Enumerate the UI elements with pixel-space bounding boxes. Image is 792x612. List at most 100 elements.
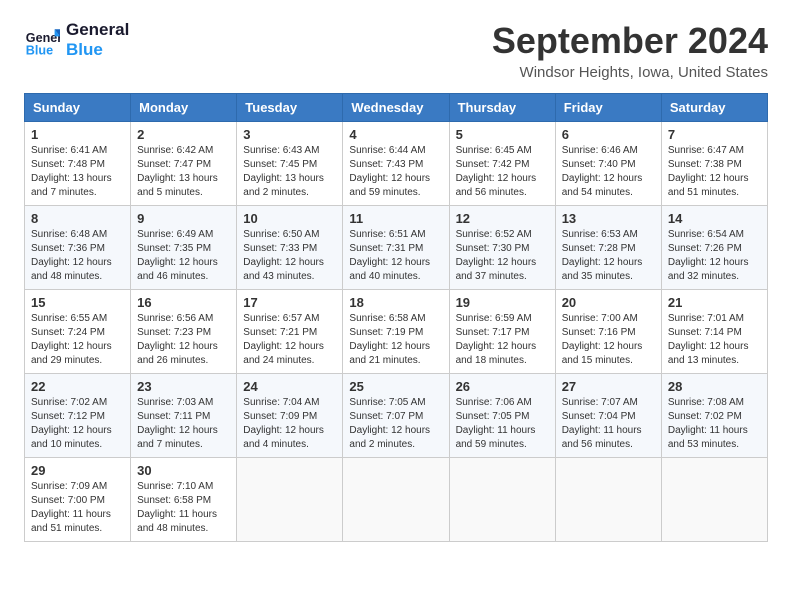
day-number: 28 <box>668 379 761 394</box>
day-number: 2 <box>137 127 230 142</box>
cell-info: Sunrise: 7:02 AMSunset: 7:12 PMDaylight:… <box>31 396 124 452</box>
cell-info: Sunrise: 6:52 AMSunset: 7:30 PMDaylight:… <box>456 228 549 284</box>
calendar-cell: 29 Sunrise: 7:09 AMSunset: 7:00 PMDayligh… <box>25 458 131 542</box>
cell-info: Sunrise: 6:49 AMSunset: 7:35 PMDaylight:… <box>137 228 230 284</box>
day-number: 7 <box>668 127 761 142</box>
calendar-cell: 21 Sunrise: 7:01 AMSunset: 7:14 PMDayligh… <box>661 290 767 374</box>
day-number: 21 <box>668 295 761 310</box>
day-header-tuesday: Tuesday <box>237 94 343 122</box>
calendar-cell: 14 Sunrise: 6:54 AMSunset: 7:26 PMDayligh… <box>661 206 767 290</box>
day-number: 8 <box>31 211 124 226</box>
cell-info: Sunrise: 6:45 AMSunset: 7:42 PMDaylight:… <box>456 144 549 200</box>
day-number: 14 <box>668 211 761 226</box>
cell-info: Sunrise: 7:07 AMSunset: 7:04 PMDaylight:… <box>562 396 655 452</box>
calendar-week-3: 15 Sunrise: 6:55 AMSunset: 7:24 PMDayligh… <box>25 290 768 374</box>
day-number: 27 <box>562 379 655 394</box>
cell-info: Sunrise: 6:59 AMSunset: 7:17 PMDaylight:… <box>456 312 549 368</box>
calendar-cell: 27 Sunrise: 7:07 AMSunset: 7:04 PMDayligh… <box>555 374 661 458</box>
day-number: 19 <box>456 295 549 310</box>
calendar-cell: 23 Sunrise: 7:03 AMSunset: 7:11 PMDayligh… <box>131 374 237 458</box>
calendar-cell: 6 Sunrise: 6:46 AMSunset: 7:40 PMDaylight… <box>555 122 661 206</box>
calendar-cell <box>661 458 767 542</box>
day-number: 1 <box>31 127 124 142</box>
calendar-body: 1 Sunrise: 6:41 AMSunset: 7:48 PMDaylight… <box>25 122 768 542</box>
month-title: September 2024 <box>492 20 768 62</box>
day-number: 11 <box>349 211 442 226</box>
calendar-cell: 10 Sunrise: 6:50 AMSunset: 7:33 PMDayligh… <box>237 206 343 290</box>
cell-info: Sunrise: 7:01 AMSunset: 7:14 PMDaylight:… <box>668 312 761 368</box>
day-number: 17 <box>243 295 336 310</box>
calendar-week-4: 22 Sunrise: 7:02 AMSunset: 7:12 PMDayligh… <box>25 374 768 458</box>
logo-icon: General Blue <box>24 22 60 58</box>
day-number: 15 <box>31 295 124 310</box>
cell-info: Sunrise: 7:08 AMSunset: 7:02 PMDaylight:… <box>668 396 761 452</box>
day-number: 13 <box>562 211 655 226</box>
cell-info: Sunrise: 7:06 AMSunset: 7:05 PMDaylight:… <box>456 396 549 452</box>
cell-info: Sunrise: 7:03 AMSunset: 7:11 PMDaylight:… <box>137 396 230 452</box>
calendar-cell: 16 Sunrise: 6:56 AMSunset: 7:23 PMDayligh… <box>131 290 237 374</box>
day-number: 18 <box>349 295 442 310</box>
cell-info: Sunrise: 6:57 AMSunset: 7:21 PMDaylight:… <box>243 312 336 368</box>
day-header-sunday: Sunday <box>25 94 131 122</box>
day-number: 30 <box>137 463 230 478</box>
calendar-table: SundayMondayTuesdayWednesdayThursdayFrid… <box>24 93 768 542</box>
cell-info: Sunrise: 6:41 AMSunset: 7:48 PMDaylight:… <box>31 144 124 200</box>
day-number: 16 <box>137 295 230 310</box>
calendar-cell: 2 Sunrise: 6:42 AMSunset: 7:47 PMDaylight… <box>131 122 237 206</box>
title-block: September 2024 Windsor Heights, Iowa, Un… <box>492 20 768 81</box>
cell-info: Sunrise: 6:54 AMSunset: 7:26 PMDaylight:… <box>668 228 761 284</box>
cell-info: Sunrise: 6:53 AMSunset: 7:28 PMDaylight:… <box>562 228 655 284</box>
cell-info: Sunrise: 6:50 AMSunset: 7:33 PMDaylight:… <box>243 228 336 284</box>
day-number: 3 <box>243 127 336 142</box>
logo-text-general: General <box>66 20 129 40</box>
calendar-cell: 18Sunrise: 6:58 AMSunset: 7:19 PMDayligh… <box>343 290 449 374</box>
day-number: 26 <box>456 379 549 394</box>
cell-info: Sunrise: 6:48 AMSunset: 7:36 PMDaylight:… <box>31 228 124 284</box>
cell-info: Sunrise: 6:46 AMSunset: 7:40 PMDaylight:… <box>562 144 655 200</box>
cell-info: Sunrise: 6:55 AMSunset: 7:24 PMDaylight:… <box>31 312 124 368</box>
calendar-cell <box>343 458 449 542</box>
calendar-cell: 5 Sunrise: 6:45 AMSunset: 7:42 PMDaylight… <box>449 122 555 206</box>
calendar-cell: 15 Sunrise: 6:55 AMSunset: 7:24 PMDayligh… <box>25 290 131 374</box>
calendar-cell: 8 Sunrise: 6:48 AMSunset: 7:36 PMDaylight… <box>25 206 131 290</box>
logo-text-blue: Blue <box>66 40 129 60</box>
calendar-cell: 20Sunrise: 7:00 AMSunset: 7:16 PMDayligh… <box>555 290 661 374</box>
day-header-thursday: Thursday <box>449 94 555 122</box>
calendar-cell <box>237 458 343 542</box>
day-number: 23 <box>137 379 230 394</box>
day-number: 6 <box>562 127 655 142</box>
cell-info: Sunrise: 6:47 AMSunset: 7:38 PMDaylight:… <box>668 144 761 200</box>
calendar-cell: 22 Sunrise: 7:02 AMSunset: 7:12 PMDayligh… <box>25 374 131 458</box>
day-number: 22 <box>31 379 124 394</box>
calendar-cell: 25Sunrise: 7:05 AMSunset: 7:07 PMDayligh… <box>343 374 449 458</box>
day-number: 24 <box>243 379 336 394</box>
day-number: 29 <box>31 463 124 478</box>
page-header: General Blue General Blue September 2024… <box>24 20 768 81</box>
day-number: 4 <box>349 127 442 142</box>
calendar-cell: 26 Sunrise: 7:06 AMSunset: 7:05 PMDayligh… <box>449 374 555 458</box>
calendar-cell <box>449 458 555 542</box>
cell-info: Sunrise: 6:56 AMSunset: 7:23 PMDaylight:… <box>137 312 230 368</box>
calendar-cell <box>555 458 661 542</box>
day-header-monday: Monday <box>131 94 237 122</box>
calendar-cell: 28 Sunrise: 7:08 AMSunset: 7:02 PMDayligh… <box>661 374 767 458</box>
day-header-friday: Friday <box>555 94 661 122</box>
calendar-cell: 7 Sunrise: 6:47 AMSunset: 7:38 PMDaylight… <box>661 122 767 206</box>
cell-info: Sunrise: 7:05 AMSunset: 7:07 PMDaylight:… <box>349 396 442 452</box>
cell-info: Sunrise: 7:09 AMSunset: 7:00 PMDaylight:… <box>31 480 124 536</box>
cell-info: Sunrise: 6:42 AMSunset: 7:47 PMDaylight:… <box>137 144 230 200</box>
day-header-wednesday: Wednesday <box>343 94 449 122</box>
day-number: 5 <box>456 127 549 142</box>
calendar-cell: 13 Sunrise: 6:53 AMSunset: 7:28 PMDayligh… <box>555 206 661 290</box>
day-number: 12 <box>456 211 549 226</box>
calendar-week-2: 8 Sunrise: 6:48 AMSunset: 7:36 PMDaylight… <box>25 206 768 290</box>
calendar-cell: 17 Sunrise: 6:57 AMSunset: 7:21 PMDayligh… <box>237 290 343 374</box>
calendar-cell: 12 Sunrise: 6:52 AMSunset: 7:30 PMDayligh… <box>449 206 555 290</box>
cell-info: Sunrise: 7:04 AMSunset: 7:09 PMDaylight:… <box>243 396 336 452</box>
day-number: 10 <box>243 211 336 226</box>
day-number: 9 <box>137 211 230 226</box>
cell-info: Sunrise: 6:43 AMSunset: 7:45 PMDaylight:… <box>243 144 336 200</box>
calendar-header-row: SundayMondayTuesdayWednesdayThursdayFrid… <box>25 94 768 122</box>
cell-info: Sunrise: 7:10 AMSunset: 6:58 PMDaylight:… <box>137 480 230 536</box>
cell-info: Sunrise: 6:44 AMSunset: 7:43 PMDaylight:… <box>349 144 442 200</box>
